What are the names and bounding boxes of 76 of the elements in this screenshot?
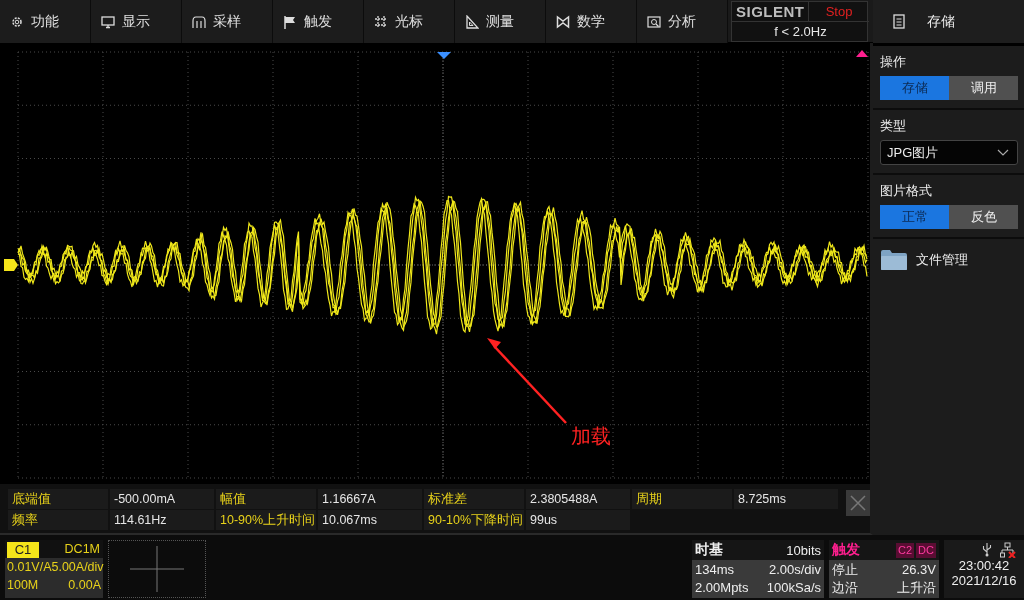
measurement-value: 10.067ms	[318, 510, 422, 530]
option-button[interactable]: 调用	[949, 76, 1018, 100]
trigger-level-marker[interactable]	[856, 50, 868, 57]
brand-logo: SIGLENT	[732, 2, 809, 22]
analysis-icon	[647, 14, 661, 29]
menu-tab[interactable]: 测量	[455, 0, 546, 43]
trigger-frequency: f < 2.0Hz	[773, 23, 828, 41]
measurement-label: 10-90%上升时间	[216, 510, 316, 530]
panel-title: 存储	[927, 12, 955, 31]
menu-tab[interactable]: 光标	[364, 0, 455, 43]
run-status: Stop	[809, 2, 869, 22]
network-error-icon	[1000, 542, 1016, 558]
coupling-label: DC1M	[64, 542, 100, 556]
timebase-title: 时基	[695, 541, 723, 559]
trigger-coupling: DC	[916, 542, 936, 558]
trigger-title: 触发	[832, 541, 860, 559]
channel-marker[interactable]	[4, 259, 18, 271]
bandwidth-limit: 100M	[7, 577, 39, 594]
measurement-label: 幅值	[216, 489, 316, 509]
measurement-value: -500.00mA	[110, 489, 214, 509]
memory-depth: 2.00Mpts	[695, 579, 749, 597]
section-label: 类型	[880, 117, 907, 135]
chevron-down-icon	[997, 149, 1009, 156]
measurement-value: 1.16667A	[318, 489, 422, 509]
option-button[interactable]: 反色	[949, 205, 1018, 229]
horizontal-scale: 2.00s/div	[768, 561, 821, 579]
sampling-icon	[192, 14, 206, 29]
measurement-value: 8.725ms	[734, 489, 838, 509]
measurement-label: 底端值	[8, 489, 108, 509]
channel-info-panel[interactable]: C1 DC1M 0.01V/A5.00A/div 100M 0.00A	[5, 540, 103, 598]
probe-ratio: 0.01V/A	[7, 559, 52, 576]
section-label: 图片格式	[880, 182, 933, 200]
channel-badge: C1	[7, 542, 39, 558]
trigger-source: C2	[896, 542, 915, 558]
annotation-label: 加载	[571, 424, 611, 449]
close-icon	[850, 495, 866, 511]
menu-tab[interactable]: 显示	[91, 0, 182, 43]
trigger-state: 停止	[832, 561, 858, 579]
measurement-label: 90-10%下降时间	[424, 510, 524, 530]
measurement-value: 99us	[526, 510, 630, 530]
measurement-value: 2.3805488A	[526, 489, 630, 509]
trigger-level-value: 26.3V	[902, 561, 936, 579]
trigger-type: 边沿	[832, 579, 858, 597]
measurement-label: 标准差	[424, 489, 524, 509]
measurement-label: 周期	[632, 489, 732, 509]
sample-rate: 100kSa/s	[766, 579, 821, 597]
add-channel-button[interactable]	[108, 540, 206, 598]
menu-tab[interactable]: 数学	[546, 0, 637, 43]
menu-tab[interactable]: 触发	[273, 0, 364, 43]
trigger-position-marker[interactable]	[437, 52, 451, 59]
menu-tab[interactable]: 采样	[182, 0, 273, 43]
monitor-icon	[101, 14, 115, 29]
clock-date: 2021/12/16	[951, 573, 1017, 588]
menu-tab[interactable]: 功能	[0, 0, 91, 43]
clock-time: 23:00:42	[958, 558, 1010, 573]
vertical-scale: 5.00A/div	[51, 559, 104, 576]
resolution-label: 10bits	[786, 542, 821, 558]
gear-icon	[10, 14, 24, 29]
clipboard-icon	[893, 14, 905, 29]
cursor-grid-icon	[374, 14, 388, 29]
usb-icon	[982, 542, 992, 557]
measurement-value: 114.61Hz	[110, 510, 214, 530]
trigger-slope: 上升沿	[897, 579, 936, 597]
menu-tab[interactable]: 分析	[637, 0, 728, 43]
close-button[interactable]	[846, 490, 870, 516]
measurement-label: 频率	[8, 510, 108, 530]
plus-icon	[130, 546, 184, 592]
math-icon	[556, 14, 570, 29]
flag-icon	[283, 14, 297, 29]
folder-icon	[880, 249, 908, 271]
section-label: 操作	[880, 53, 907, 71]
file-manager-button[interactable]: 文件管理	[873, 239, 1024, 281]
type-dropdown[interactable]: JPG图片	[880, 140, 1018, 165]
ruler-triangle-icon	[465, 14, 479, 29]
trigger-delay: 134ms	[695, 561, 735, 579]
vertical-offset: 0.00A	[68, 577, 101, 594]
